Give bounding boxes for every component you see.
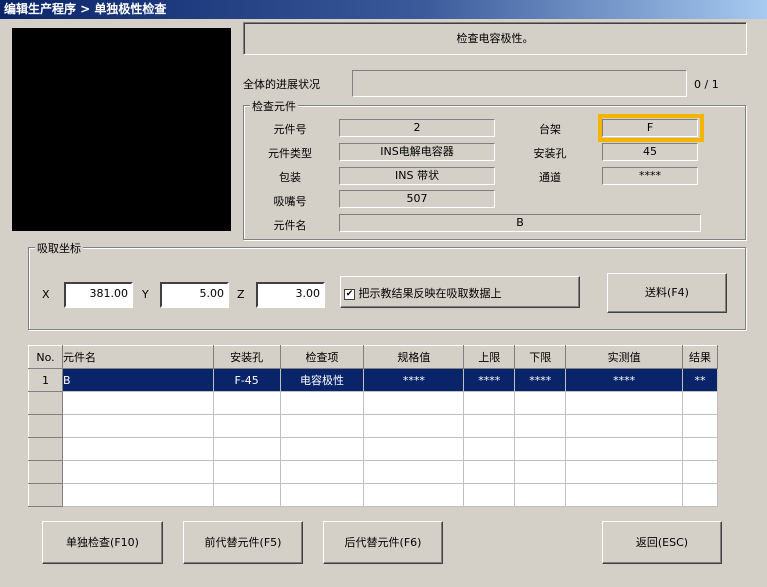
y-input[interactable]: 5.00 (160, 282, 229, 308)
cell-result: ** (681, 368, 719, 392)
col-lower[interactable]: 下限 (514, 345, 567, 369)
cell-upper: **** (463, 368, 516, 392)
rack-field: F (602, 119, 698, 137)
cell-check-item: 电容极性 (279, 368, 365, 392)
table-header: No. 元件名 安装孔 检查项 规格值 上限 下限 实测值 结果 (28, 345, 719, 369)
camera-view (12, 28, 231, 231)
prev-alternate-button[interactable]: 前代替元件(F5) (183, 521, 303, 564)
x-label: X (42, 288, 50, 301)
part-type-field: INS电解电容器 (339, 143, 495, 161)
part-no-label: 元件号 (273, 123, 307, 136)
cell-hole: F-45 (212, 368, 281, 392)
table-row-empty[interactable] (28, 414, 719, 438)
nozzle-field: 507 (339, 190, 495, 208)
result-table: No. 元件名 安装孔 检查项 规格值 上限 下限 实测值 结果 1 B F-4… (28, 345, 719, 507)
col-hole[interactable]: 安装孔 (212, 345, 281, 369)
col-no[interactable]: No. (28, 345, 63, 369)
package-label: 包装 (279, 171, 301, 184)
checkbox-label: 把示教结果反映在吸取数据上 (358, 287, 502, 300)
x-input[interactable]: 381.00 (64, 282, 133, 308)
message-box: 检查电容极性。 (243, 22, 747, 55)
cell-name: B (61, 368, 214, 392)
channel-label: 通道 (539, 171, 561, 184)
name-field: B (339, 214, 701, 232)
single-check-button[interactable]: 单独检查(F10) (42, 521, 163, 564)
cell-no: 1 (28, 368, 63, 392)
reflect-teaching-checkbox[interactable]: ✔ 把示教结果反映在吸取数据上 (340, 276, 580, 308)
col-spec[interactable]: 规格值 (363, 345, 465, 369)
rack-label: 台架 (539, 123, 561, 136)
component-group-title: 检查元件 (250, 98, 298, 114)
col-result[interactable]: 结果 (681, 345, 719, 369)
progress-count: 0 / 1 (694, 78, 719, 91)
package-field: INS 带状 (339, 167, 495, 185)
col-check-item[interactable]: 检查项 (279, 345, 365, 369)
channel-field: **** (602, 167, 698, 185)
col-name[interactable]: 元件名 (61, 345, 214, 369)
table-row-empty[interactable] (28, 483, 719, 507)
progress-label: 全体的进展状况 (243, 78, 320, 91)
back-button[interactable]: 返回(ESC) (602, 521, 722, 564)
feed-button[interactable]: 送料(F4) (607, 273, 727, 313)
next-alternate-button[interactable]: 后代替元件(F6) (323, 521, 443, 564)
cell-measured: **** (565, 368, 683, 392)
nozzle-label: 吸嘴号 (273, 195, 307, 208)
part-type-label: 元件类型 (268, 147, 312, 160)
col-measured[interactable]: 实测值 (565, 345, 683, 369)
table-row-empty[interactable] (28, 460, 719, 484)
z-input[interactable]: 3.00 (256, 282, 325, 308)
cell-spec: **** (363, 368, 465, 392)
y-label: Y (142, 288, 149, 301)
table-row-empty[interactable] (28, 391, 719, 415)
name-label: 元件名 (273, 219, 307, 232)
hole-field: 45 (602, 143, 698, 161)
table-row-empty[interactable] (28, 437, 719, 461)
table-row[interactable]: 1 B F-45 电容极性 **** **** **** **** ** (28, 368, 719, 392)
z-label: Z (237, 288, 245, 301)
title-bar: 编辑生产程序 > 单独极性检查 (0, 0, 767, 19)
progress-bar (352, 70, 687, 97)
cell-lower: **** (514, 368, 567, 392)
pickup-group-title: 吸取坐标 (35, 240, 83, 256)
checkbox-check-icon[interactable]: ✔ (344, 288, 355, 300)
part-no-field: 2 (339, 119, 495, 137)
col-upper[interactable]: 上限 (463, 345, 516, 369)
hole-label: 安装孔 (533, 147, 567, 160)
